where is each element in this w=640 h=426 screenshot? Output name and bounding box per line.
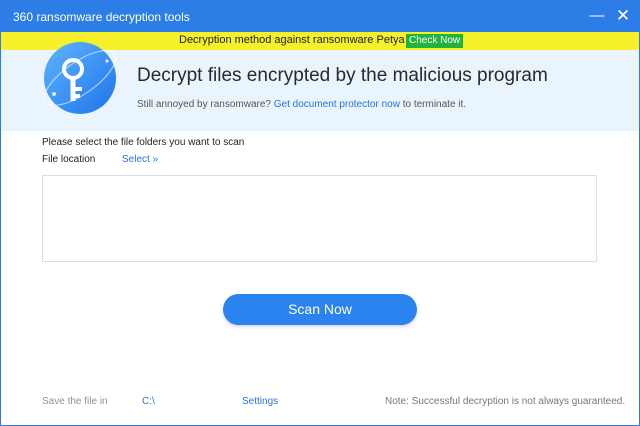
save-location-label: Save the file in — [42, 396, 108, 407]
subtitle-suffix: to terminate it. — [399, 99, 467, 110]
title-bar: 360 ransomware decryption tools — ✕ — [1, 1, 639, 32]
hero-title: Decrypt files encrypted by the malicious… — [137, 65, 548, 86]
scan-instruction: Please select the file folders you want … — [42, 137, 245, 148]
file-location-label: File location — [42, 154, 96, 165]
scan-now-button[interactable]: Scan Now — [223, 294, 417, 325]
select-folder-link[interactable]: Select » — [122, 154, 158, 165]
app-window: 360 ransomware decryption tools — ✕ Decr… — [0, 0, 640, 426]
key-logo-icon — [43, 42, 117, 114]
subtitle-prefix: Still annoyed by ransomware? — [137, 99, 274, 110]
window-title: 360 ransomware decryption tools — [13, 10, 190, 24]
settings-link[interactable]: Settings — [242, 396, 278, 407]
decryption-note: Note: Successful decryption is not alway… — [385, 396, 626, 407]
close-button[interactable]: ✕ — [612, 5, 634, 27]
banner-message: Decryption method against ransomware Pet… — [179, 34, 405, 46]
file-location-list[interactable] — [42, 175, 597, 262]
minimize-button[interactable]: — — [586, 5, 608, 27]
document-protector-link[interactable]: Get document protector now — [274, 99, 400, 110]
hero-subtitle: Still annoyed by ransomware? Get documen… — [137, 99, 466, 110]
check-now-button[interactable]: Check Now — [406, 34, 464, 48]
save-path-link[interactable]: C:\ — [142, 396, 155, 407]
